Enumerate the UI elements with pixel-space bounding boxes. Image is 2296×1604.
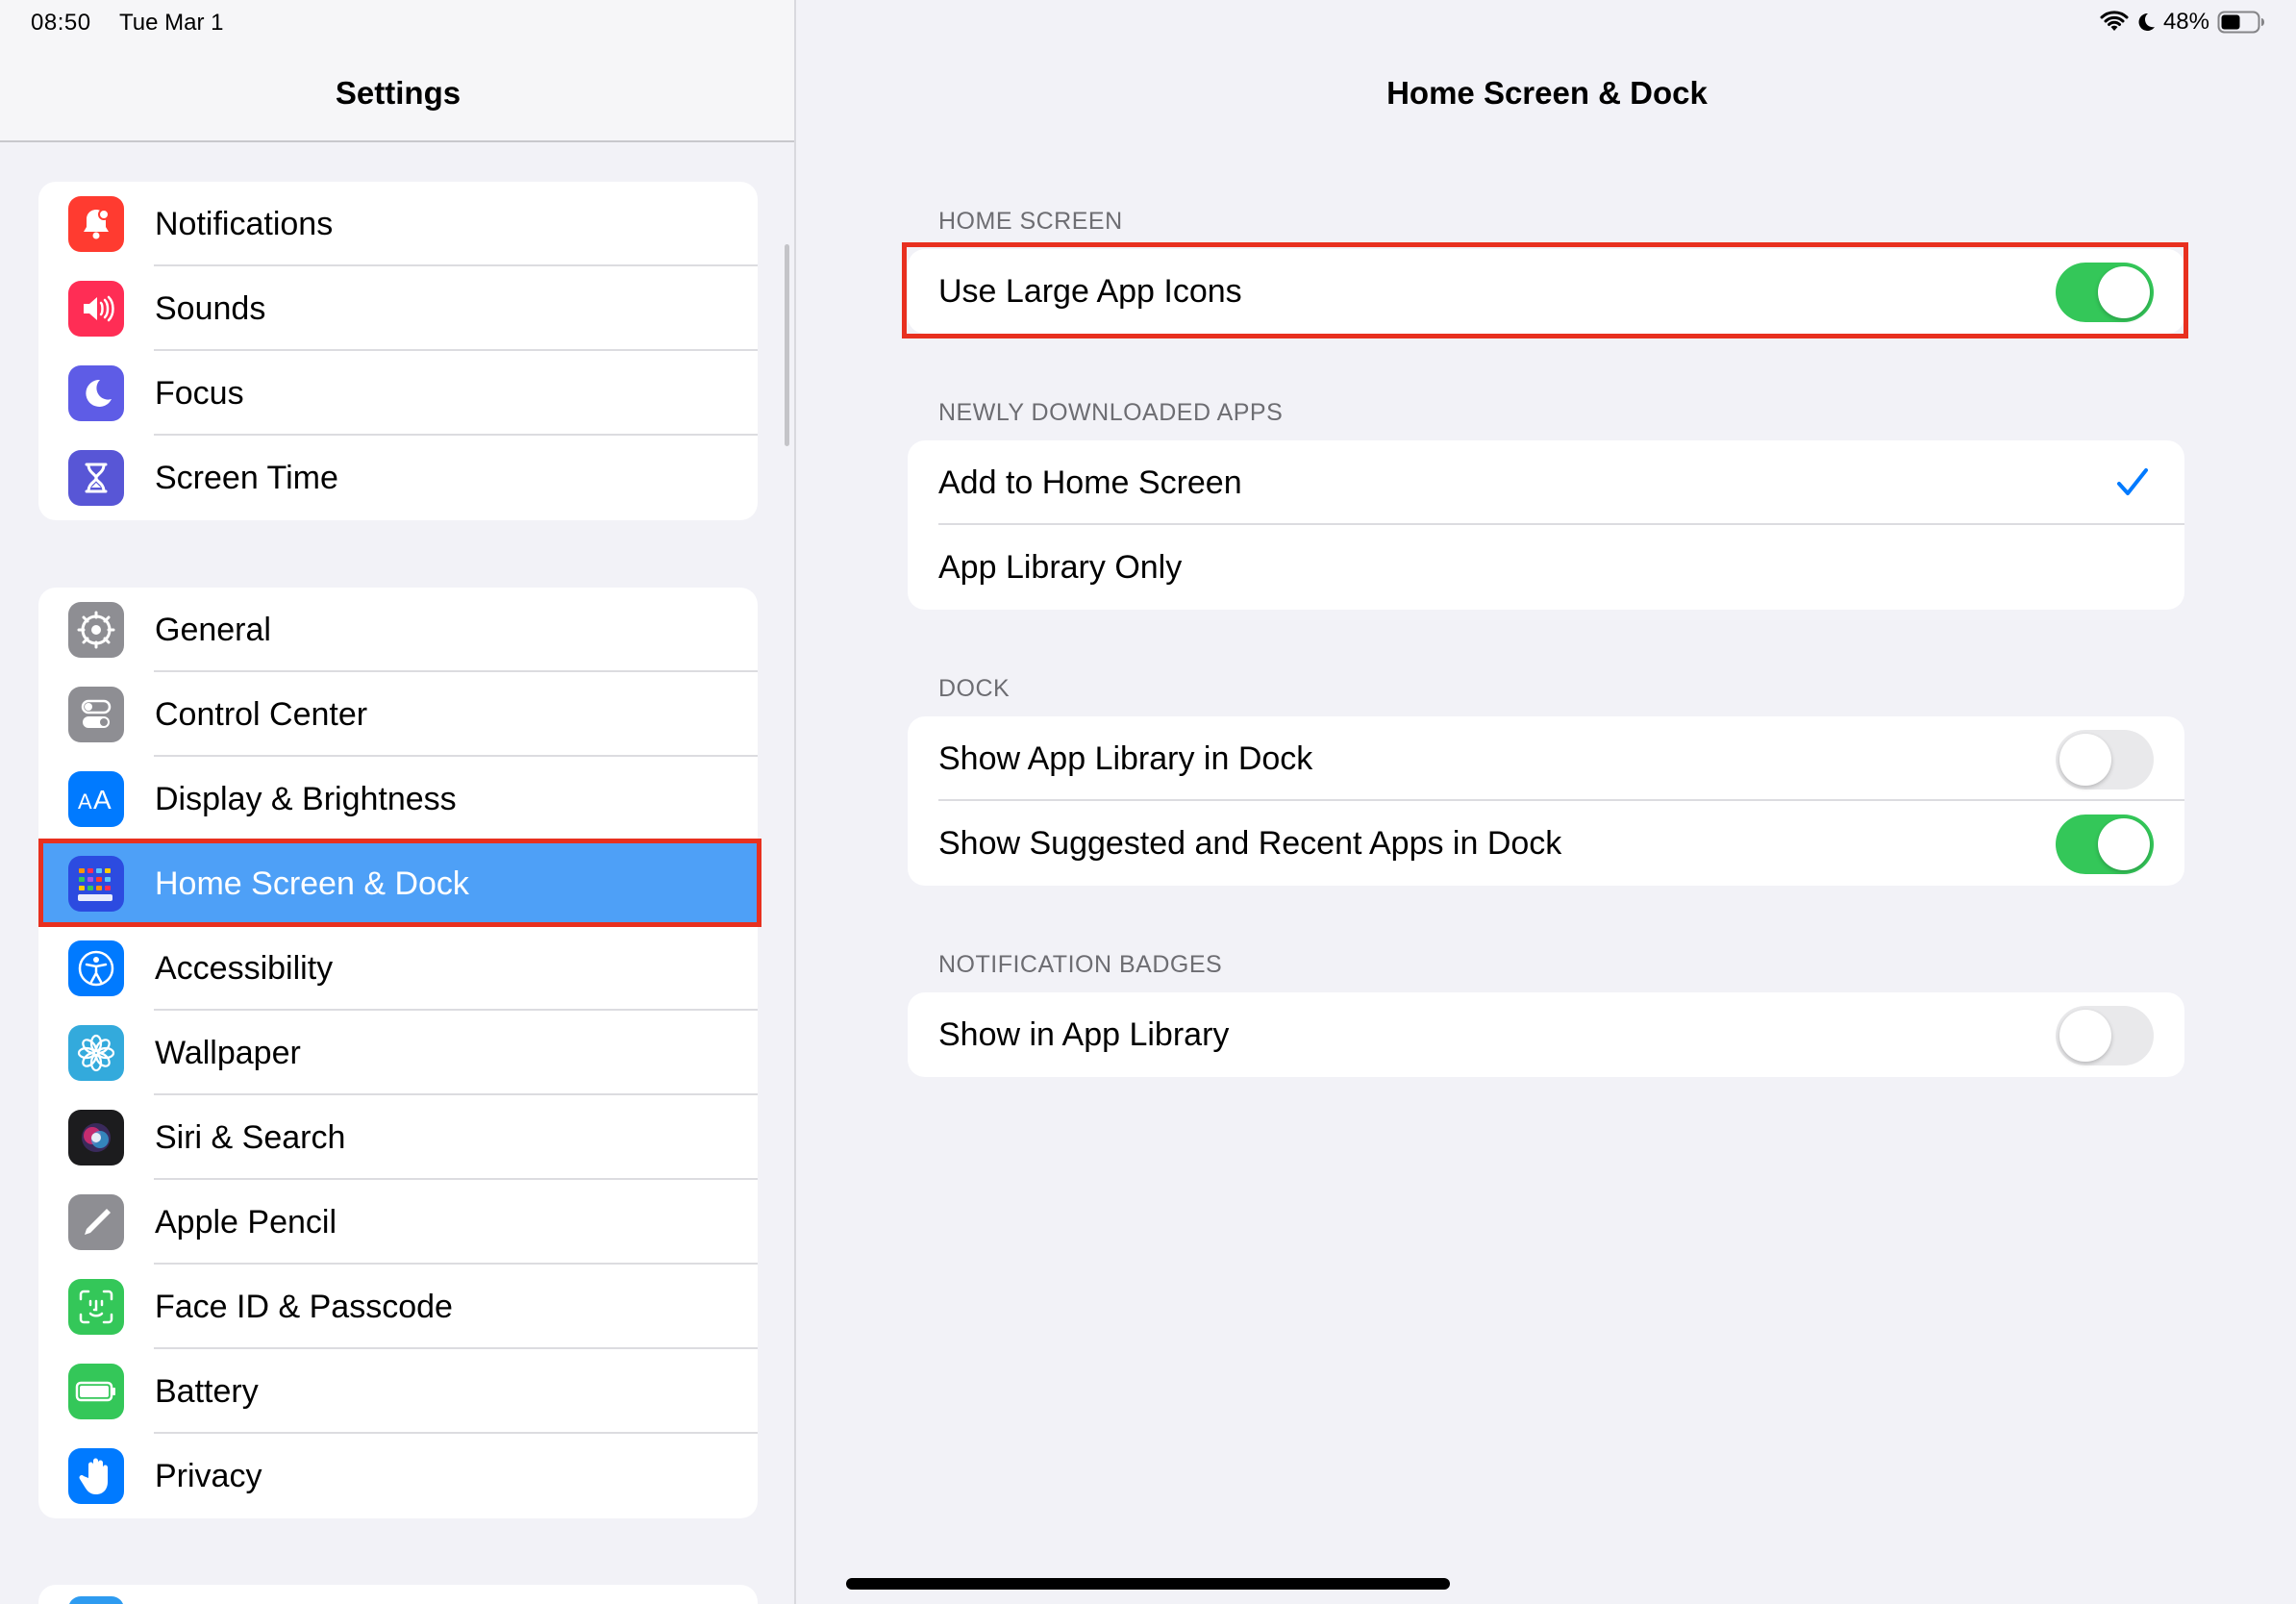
toggle-knob xyxy=(2098,266,2150,318)
battery-icon xyxy=(2217,10,2265,35)
sidebar-item-label: Screen Time xyxy=(155,460,338,496)
moon-icon xyxy=(2136,11,2156,34)
sidebar-item-focus[interactable]: Focus xyxy=(38,351,758,436)
status-date: Tue Mar 1 xyxy=(119,10,224,36)
dock-group: Show App Library in Dock Show Suggested … xyxy=(908,716,2184,886)
toggle-knob xyxy=(2059,734,2111,786)
show-suggested-apps-toggle[interactable] xyxy=(2056,815,2154,874)
sidebar-item-battery[interactable]: Battery xyxy=(38,1349,758,1434)
sidebar-item-face-id-passcode[interactable]: Face ID & Passcode xyxy=(38,1265,758,1349)
row-use-large-app-icons: Use Large App Icons xyxy=(908,249,2184,334)
sidebar-item-accessibility[interactable]: Accessibility xyxy=(38,926,758,1011)
app-grid-icon xyxy=(68,856,124,912)
battery-icon xyxy=(68,1364,124,1419)
sidebar-item-label: Privacy xyxy=(155,1458,262,1494)
face-id-icon xyxy=(68,1279,124,1335)
show-app-library-toggle[interactable] xyxy=(2056,730,2154,789)
section-header-dock: DOCK xyxy=(938,675,1011,702)
section-header-notification-badges: NOTIFICATION BADGES xyxy=(938,951,1223,978)
bell-icon xyxy=(68,196,124,252)
gear-icon xyxy=(68,602,124,658)
text-size-icon: AA xyxy=(68,771,124,827)
row-show-app-library-in-dock: Show App Library in Dock xyxy=(908,716,2184,801)
hand-icon xyxy=(68,1448,124,1504)
sidebar-item-siri-search[interactable]: Siri & Search xyxy=(38,1095,758,1180)
sidebar-item-label: Sounds xyxy=(155,290,266,327)
notification-badges-group: Show in App Library xyxy=(908,992,2184,1077)
use-large-app-icons-toggle[interactable] xyxy=(2056,263,2154,322)
sidebar-item-label: Battery xyxy=(155,1373,259,1410)
row-show-suggested-recent-apps: Show Suggested and Recent Apps in Dock xyxy=(908,801,2184,886)
switches-icon xyxy=(68,687,124,742)
sidebar-item-home-screen-dock[interactable]: Home Screen & Dock xyxy=(38,841,758,926)
row-label: Show in App Library xyxy=(938,1016,1230,1053)
toggle-knob xyxy=(2098,818,2150,870)
row-label: Show Suggested and Recent Apps in Dock xyxy=(938,825,1562,862)
sidebar-item-privacy[interactable]: Privacy xyxy=(38,1434,758,1518)
option-app-library-only[interactable]: App Library Only xyxy=(908,525,2184,610)
section-header-home-screen: HOME SCREEN xyxy=(938,208,1123,235)
settings-group-2: General Control Center AA Display & Brig… xyxy=(38,588,758,1518)
row-show-in-app-library: Show in App Library xyxy=(908,992,2184,1077)
sidebar-item-wallpaper[interactable]: Wallpaper xyxy=(38,1011,758,1095)
home-indicator[interactable] xyxy=(846,1578,1450,1590)
status-icons: 48% xyxy=(2100,8,2265,37)
row-label: App Library Only xyxy=(938,549,1183,586)
moon-icon xyxy=(68,365,124,421)
hourglass-icon xyxy=(68,450,124,506)
newly-downloaded-group: Add to Home Screen App Library Only xyxy=(908,440,2184,610)
sidebar: Settings Notifications Sounds Focus Scre… xyxy=(0,0,796,1604)
home-screen-group: Use Large App Icons xyxy=(908,249,2184,334)
speaker-icon xyxy=(68,281,124,337)
sidebar-item-label: Focus xyxy=(155,375,244,412)
settings-group-3 xyxy=(38,1585,758,1604)
sidebar-item-label: Display & Brightness xyxy=(155,781,457,817)
sidebar-title: Settings xyxy=(335,75,462,111)
sidebar-item-label: Apple Pencil xyxy=(155,1204,337,1241)
sidebar-item-sounds[interactable]: Sounds xyxy=(38,266,758,351)
row-label: Use Large App Icons xyxy=(938,273,1242,310)
sidebar-item-general[interactable]: General xyxy=(38,588,758,672)
sidebar-item-label: Face ID & Passcode xyxy=(155,1289,453,1325)
page-title: Home Screen & Dock xyxy=(1386,75,1708,111)
section-header-newly-downloaded: NEWLY DOWNLOADED APPS xyxy=(938,399,1284,426)
sidebar-item-label: Home Screen & Dock xyxy=(155,865,469,902)
accessibility-icon xyxy=(68,940,124,996)
sidebar-item-control-center[interactable]: Control Center xyxy=(38,672,758,757)
svg-text:A: A xyxy=(93,785,112,815)
sidebar-item-label: Control Center xyxy=(155,696,368,733)
row-label: Show App Library in Dock xyxy=(938,740,1313,777)
sidebar-item-label: Wallpaper xyxy=(155,1035,301,1071)
flower-icon xyxy=(68,1025,124,1081)
status-time: 08:50 xyxy=(31,10,91,36)
sidebar-item-apple-pencil[interactable]: Apple Pencil xyxy=(38,1180,758,1265)
pencil-icon xyxy=(68,1194,124,1250)
scroll-indicator[interactable] xyxy=(785,244,789,446)
sidebar-item-label: Accessibility xyxy=(155,950,334,987)
sidebar-item-screen-time[interactable]: Screen Time xyxy=(38,436,758,520)
show-in-app-library-toggle[interactable] xyxy=(2056,1006,2154,1065)
sidebar-item-label: General xyxy=(155,612,271,648)
checkmark-icon xyxy=(2115,465,2150,505)
sidebar-item-notifications[interactable]: Notifications xyxy=(38,182,758,266)
option-add-to-home-screen[interactable]: Add to Home Screen xyxy=(908,440,2184,525)
settings-group-1: Notifications Sounds Focus Screen Time xyxy=(38,182,758,520)
status-bar: 08:50 Tue Mar 1 48% xyxy=(0,0,2296,46)
wifi-icon xyxy=(2100,11,2129,34)
row-label: Add to Home Screen xyxy=(938,464,1242,501)
partial-icon xyxy=(68,1596,124,1604)
sidebar-item-label: Siri & Search xyxy=(155,1119,346,1156)
svg-text:A: A xyxy=(78,789,92,814)
toggle-knob xyxy=(2059,1010,2111,1062)
sidebar-item-label: Notifications xyxy=(155,206,334,242)
battery-percentage: 48% xyxy=(2162,9,2209,35)
siri-icon xyxy=(68,1110,124,1165)
sidebar-item-display-brightness[interactable]: AA Display & Brightness xyxy=(38,757,758,841)
